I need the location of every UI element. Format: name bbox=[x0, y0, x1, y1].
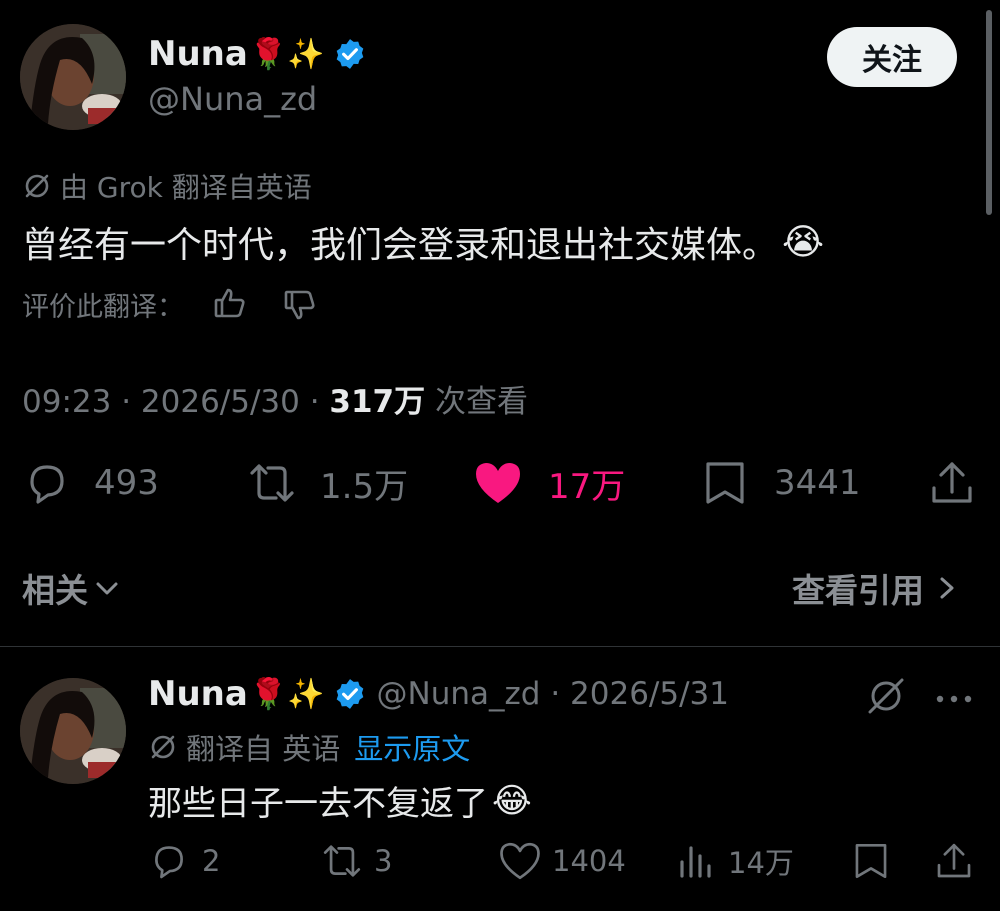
reply-translation-note-text: 翻译自 英语 bbox=[186, 732, 341, 766]
post-meta: 09:23 · 2026/5/30 · 317万 次查看 bbox=[22, 376, 528, 421]
share-button[interactable] bbox=[928, 458, 976, 508]
reply-views-count: 14万 bbox=[728, 846, 794, 880]
follow-button[interactable]: 关注 bbox=[827, 27, 957, 87]
reply-text-emoji: 😂 bbox=[492, 780, 532, 821]
post-timestamp[interactable]: 09:23 · 2026/5/30 · bbox=[22, 384, 329, 420]
like-count: 17万 bbox=[548, 466, 626, 507]
author-name-row: Nuna 🌹✨ bbox=[148, 34, 367, 74]
heart-icon bbox=[472, 458, 524, 508]
verified-badge-icon bbox=[333, 677, 367, 711]
reply-icon bbox=[22, 458, 72, 508]
reply-repost-button[interactable]: 3 bbox=[320, 840, 392, 882]
author-avatar[interactable] bbox=[20, 24, 126, 130]
heart-icon bbox=[498, 840, 542, 882]
reply-like-count: 1404 bbox=[552, 844, 626, 878]
author-name-emoji: 🌹✨ bbox=[249, 36, 325, 72]
translate-icon bbox=[148, 732, 178, 762]
rate-translation-row: 评价此翻译： bbox=[22, 284, 320, 324]
grok-icon[interactable] bbox=[864, 674, 908, 718]
reply-reply-button[interactable]: 2 bbox=[148, 840, 220, 882]
repost-button[interactable]: 1.5万 bbox=[246, 458, 408, 508]
views-count: 317万 bbox=[329, 384, 426, 420]
repost-icon bbox=[246, 458, 298, 508]
post-text: 曾经有一个时代，我们会登录和退出社交媒体。 😭 bbox=[22, 216, 824, 268]
repost-count: 1.5万 bbox=[320, 466, 409, 507]
view-quotes-link[interactable]: 查看引用 bbox=[792, 564, 958, 612]
translation-note-text: 由 Grok 翻译自英语 bbox=[60, 171, 312, 204]
chevron-down-icon bbox=[94, 575, 120, 601]
bookmark-button[interactable]: 3441 bbox=[702, 458, 861, 508]
reply-handle-date[interactable]: @Nuna_zd · 2026/5/31 bbox=[377, 676, 729, 712]
scrollbar[interactable] bbox=[986, 10, 992, 215]
reply-author-name[interactable]: Nuna bbox=[148, 674, 248, 714]
thumbs-up-icon[interactable] bbox=[210, 284, 250, 324]
reply-icon bbox=[148, 840, 190, 882]
translation-note: 由 Grok 翻译自英语 bbox=[22, 166, 312, 206]
author-name[interactable]: Nuna bbox=[148, 34, 248, 74]
bookmark-icon[interactable] bbox=[852, 840, 890, 882]
translate-icon bbox=[22, 171, 52, 201]
repost-icon bbox=[320, 840, 364, 882]
reply-translation-note: 翻译自 英语 显示原文 bbox=[148, 726, 470, 768]
related-label: 相关 bbox=[22, 571, 88, 610]
views-icon bbox=[676, 840, 716, 882]
reply-like-button[interactable]: 1404 bbox=[498, 840, 626, 882]
view-quotes-label: 查看引用 bbox=[792, 571, 924, 610]
reply-repost-count: 3 bbox=[374, 844, 393, 878]
reply-count: 493 bbox=[94, 463, 159, 503]
author-handle[interactable]: @Nuna_zd bbox=[148, 80, 317, 118]
reply-author-emoji: 🌹✨ bbox=[249, 676, 325, 712]
reply-reply-count: 2 bbox=[202, 844, 221, 878]
rate-translation-label: 评价此翻译： bbox=[22, 291, 184, 323]
reply-views-button[interactable]: 14万 bbox=[676, 840, 794, 882]
verified-badge-icon bbox=[333, 37, 367, 71]
reply-author-avatar[interactable] bbox=[20, 678, 126, 784]
reply-text-body: 那些日子一去不复返了 bbox=[148, 784, 488, 824]
reply-button[interactable]: 493 bbox=[22, 458, 159, 508]
views-label: 次查看 bbox=[425, 384, 528, 420]
show-original-link[interactable]: 显示原文 bbox=[354, 726, 470, 768]
related-dropdown[interactable]: 相关 bbox=[22, 564, 120, 612]
share-icon bbox=[928, 458, 976, 508]
more-icon[interactable] bbox=[934, 690, 974, 703]
bookmark-count: 3441 bbox=[774, 463, 861, 503]
bookmark-icon bbox=[702, 458, 748, 508]
reply-header: Nuna 🌹✨ @Nuna_zd · 2026/5/31 bbox=[148, 674, 729, 714]
divider bbox=[0, 646, 1000, 647]
post-text-body: 曾经有一个时代，我们会登录和退出社交媒体。 bbox=[22, 225, 779, 266]
share-icon[interactable] bbox=[934, 840, 974, 882]
chevron-right-icon bbox=[936, 573, 958, 603]
like-button[interactable]: 17万 bbox=[472, 458, 625, 508]
reply-text: 那些日子一去不复返了 😂 bbox=[148, 776, 532, 825]
post-text-emoji: 😭 bbox=[782, 221, 825, 263]
thumbs-down-icon[interactable] bbox=[280, 284, 320, 324]
